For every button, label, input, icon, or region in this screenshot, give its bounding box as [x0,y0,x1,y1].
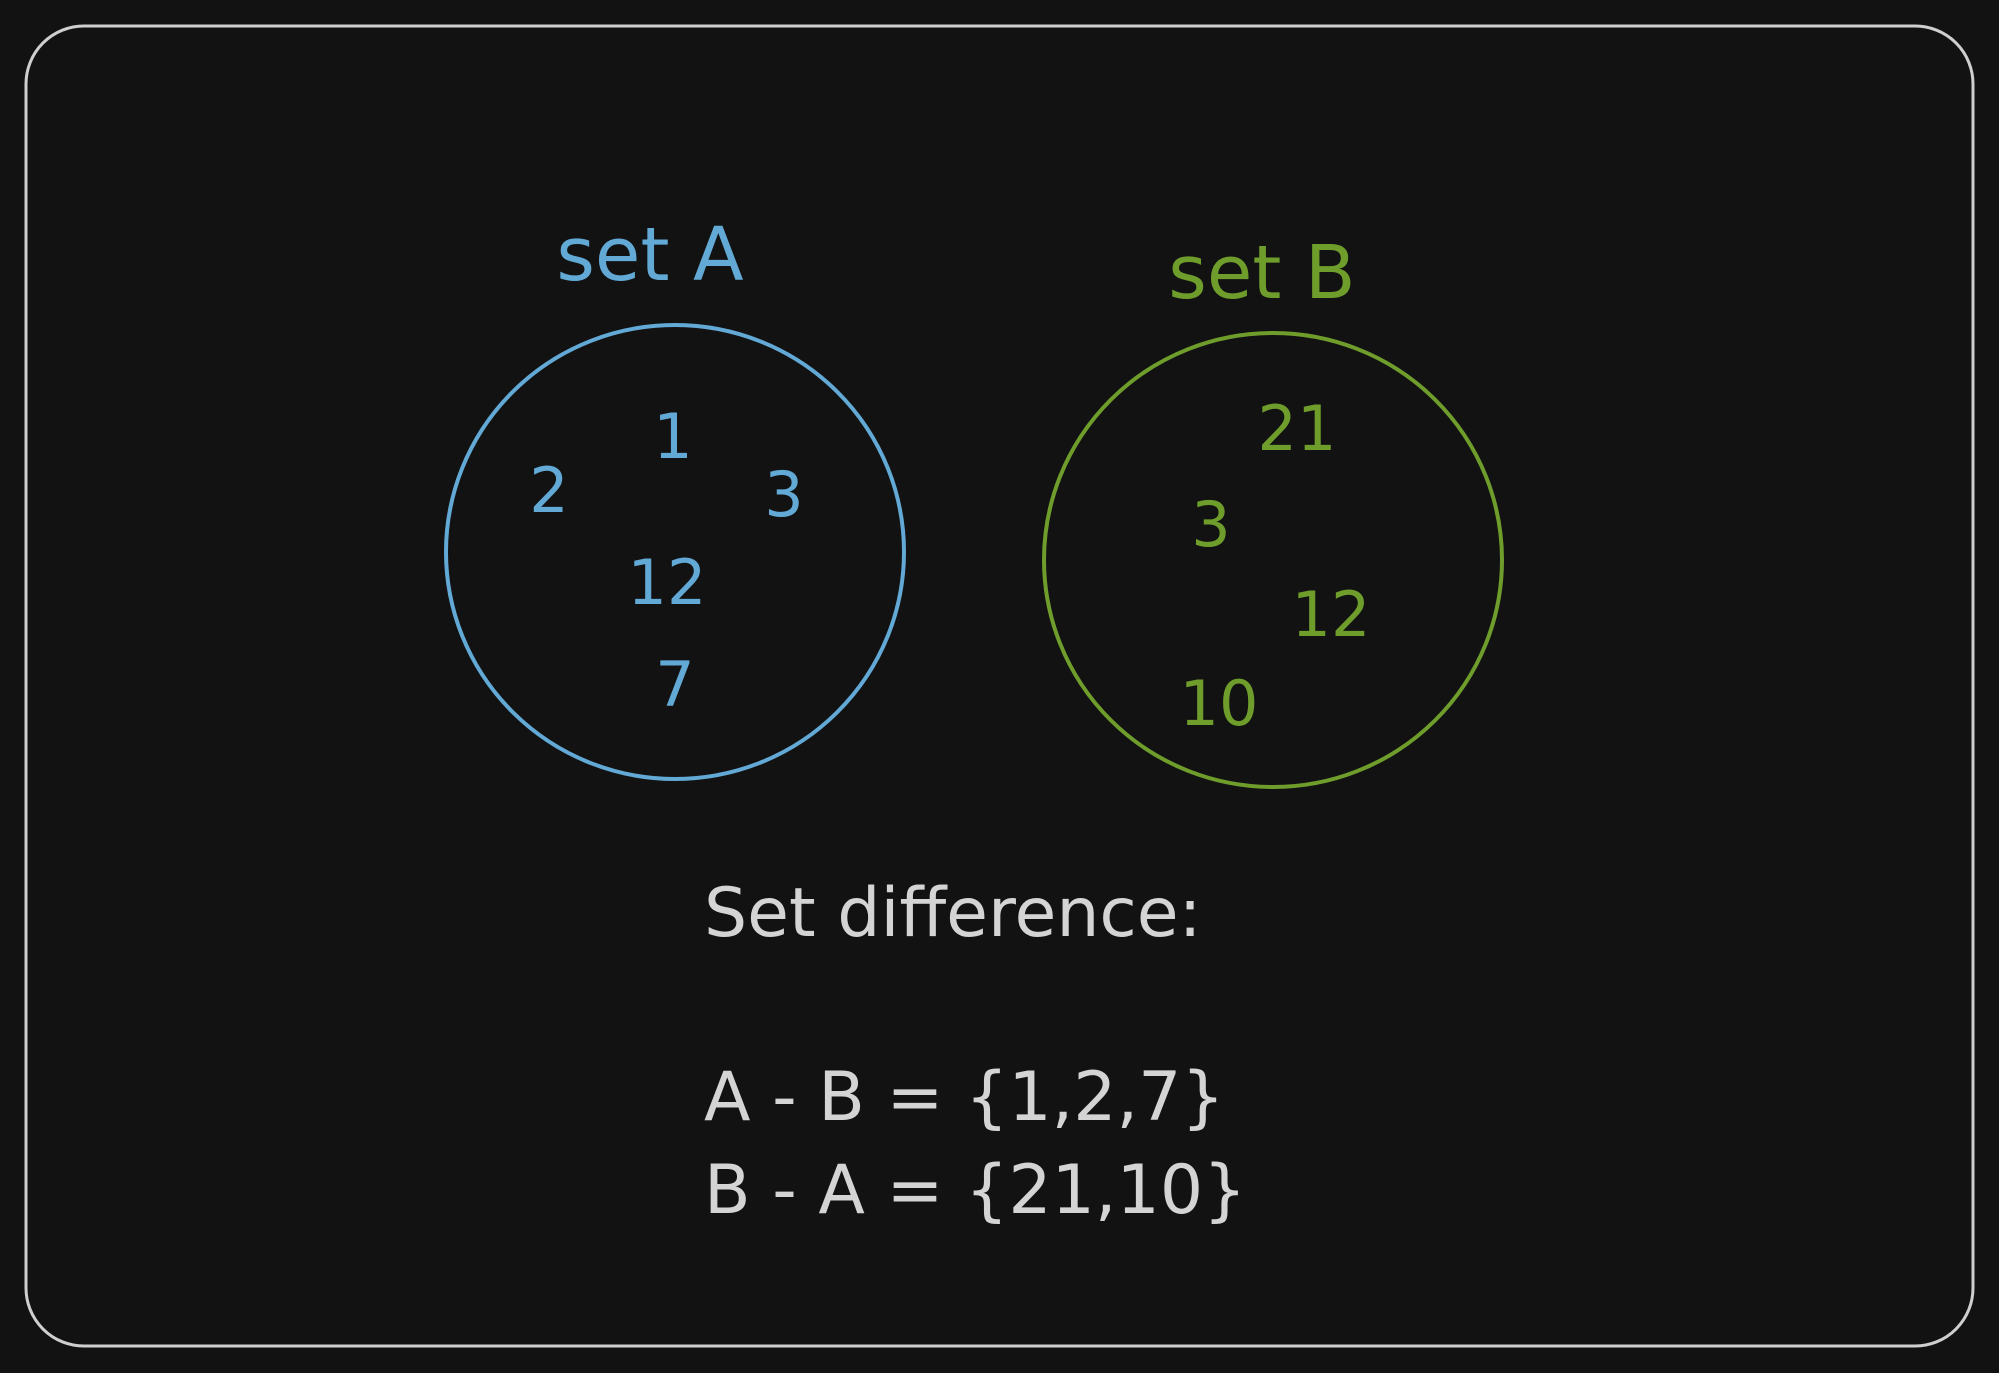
set-b-element: 21 [1258,392,1337,465]
set-a-element: 7 [655,648,694,721]
set-difference-diagram: set A 1 2 3 12 7 set B 21 3 12 10 Set di… [24,24,1975,1348]
set-b-element: 12 [1292,578,1371,651]
set-a-title: set A [556,212,744,298]
set-b-element: 10 [1180,667,1259,740]
set-b-element: 3 [1191,488,1230,561]
set-a-element: 1 [653,400,692,473]
set-a-element: 3 [764,458,803,531]
diagram-frame [24,24,1975,1348]
b-minus-a-result: B - A = {21,10} [704,1151,1246,1230]
set-a-element: 2 [529,454,568,527]
set-a-element: 12 [628,546,707,619]
set-b-title: set B [1168,230,1355,316]
a-minus-b-result: A - B = {1,2,7} [704,1058,1225,1137]
difference-heading: Set difference: [704,874,1202,953]
